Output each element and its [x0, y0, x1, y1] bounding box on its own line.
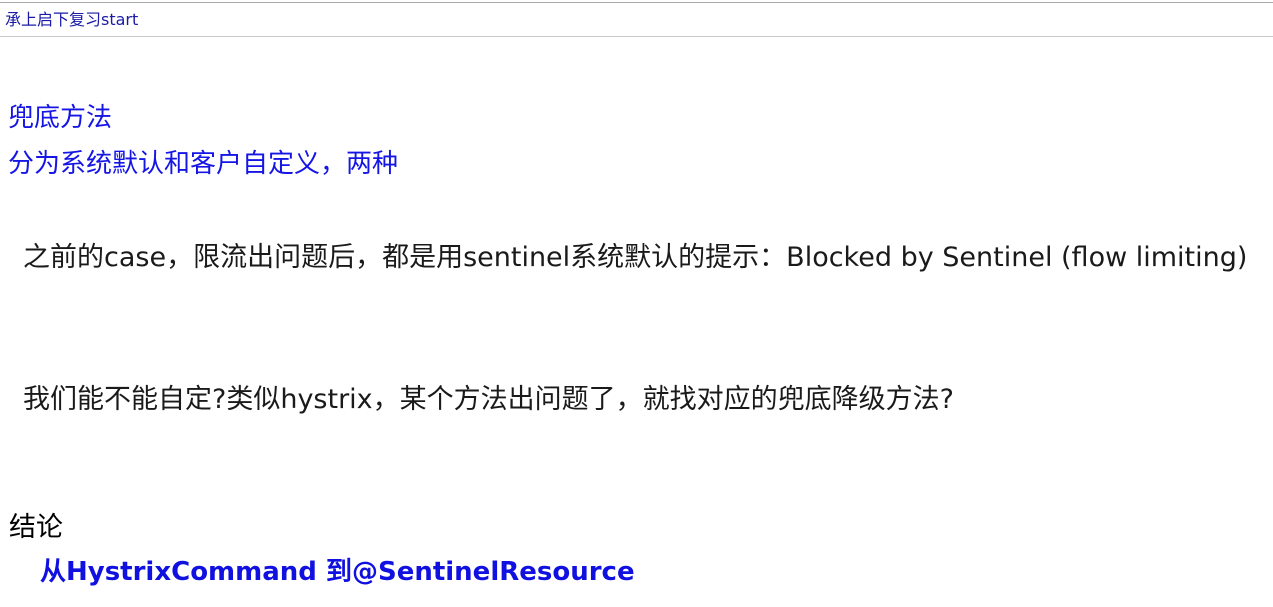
paragraph-custom-question: 我们能不能自定?类似hystrix，某个方法出问题了，就找对应的兜底降级方法?: [23, 384, 954, 415]
review-start-link[interactable]: 承上启下复习start: [5, 10, 138, 30]
top-divider: [0, 2, 1273, 3]
conclusion-text: 从HystrixCommand 到@SentinelResource: [40, 557, 635, 587]
conclusion-title: 结论: [9, 512, 63, 543]
section-subheading: 分为系统默认和客户自定义，两种: [8, 149, 399, 179]
header-divider: [0, 36, 1273, 37]
section-heading: 兜底方法: [8, 103, 113, 133]
paragraph-default-hint: 之前的case，限流出问题后，都是用sentinel系统默认的提示：Blocke…: [23, 242, 1248, 273]
